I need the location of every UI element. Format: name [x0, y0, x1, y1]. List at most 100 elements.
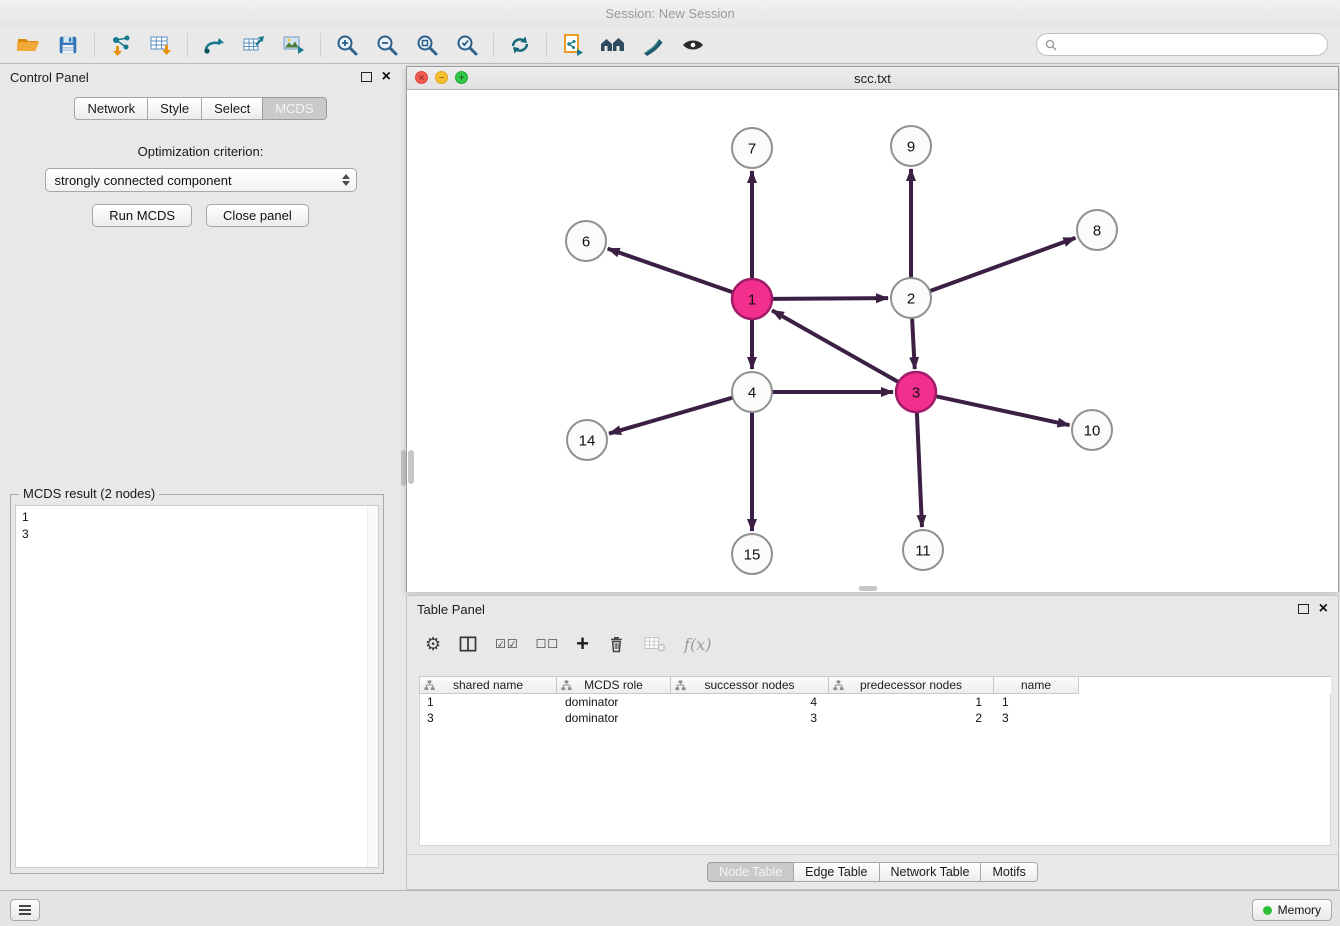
optimization-criterion-select[interactable]: strongly connected component	[45, 168, 357, 192]
apply-style-button[interactable]	[633, 29, 673, 61]
search-input[interactable]	[1062, 35, 1327, 54]
zoom-in-button[interactable]	[327, 29, 367, 61]
column-header-predecessor-nodes[interactable]: predecessor nodes	[829, 676, 994, 694]
column-header-successor-nodes[interactable]: successor nodes	[671, 676, 829, 694]
trash-icon	[606, 633, 626, 655]
window-close-button[interactable]: ×	[415, 71, 428, 84]
cell-successor-nodes[interactable]: 4	[672, 695, 830, 709]
graph-node-7[interactable]: 7	[732, 128, 772, 168]
run-mcds-button[interactable]: Run MCDS	[92, 204, 192, 227]
float-panel-icon[interactable]	[1298, 604, 1309, 614]
graph-node-2[interactable]: 2	[891, 278, 931, 318]
table-row[interactable]: 3 dominator 3 2 3	[420, 710, 1330, 726]
export-network-button[interactable]	[194, 29, 234, 61]
network-graph[interactable]: 7 9 6 8 1 2 4 3 14 10 15 11	[407, 90, 1338, 592]
graph-node-1[interactable]: 1	[732, 279, 772, 319]
close-panel-button[interactable]: Close panel	[206, 204, 309, 227]
graph-edge-2-8[interactable]	[930, 238, 1076, 291]
canvas-vertical-scrollbar[interactable]	[408, 450, 414, 484]
tab-select[interactable]: Select	[201, 97, 263, 120]
tab-network[interactable]: Network	[74, 97, 148, 120]
tab-style[interactable]: Style	[147, 97, 202, 120]
graph-node-11[interactable]: 11	[903, 530, 943, 570]
memory-button[interactable]: Memory	[1252, 899, 1332, 921]
delete-table-button[interactable]	[643, 634, 667, 654]
graph-node-15[interactable]: 15	[732, 534, 772, 574]
column-label: successor nodes	[704, 678, 794, 692]
graph-edge-1-2[interactable]	[772, 298, 888, 299]
graph-edge-2-3[interactable]	[912, 318, 915, 369]
network-canvas[interactable]: 7 9 6 8 1 2 4 3 14 10 15 11	[407, 90, 1338, 592]
graph-node-3[interactable]: 3	[896, 372, 936, 412]
zoom-fit-button[interactable]	[407, 29, 447, 61]
cell-shared-name[interactable]: 1	[420, 695, 558, 709]
table-row[interactable]: 1 dominator 4 1 1	[420, 694, 1330, 710]
column-header-mcds-role[interactable]: MCDS role	[557, 676, 671, 694]
table-body[interactable]: 1 dominator 4 1 1 3 dominator 3 2 3	[419, 694, 1331, 846]
tab-edge-table[interactable]: Edge Table	[793, 862, 879, 882]
graph-edge-4-14[interactable]	[609, 398, 733, 434]
refresh-layout-button[interactable]	[500, 29, 540, 61]
select-all-button[interactable]: ☑☑	[495, 637, 519, 651]
canvas-horizontal-scrollbar[interactable]	[859, 586, 877, 591]
mcds-result-list[interactable]: 1 3	[15, 505, 379, 868]
table-settings-button[interactable]: ⚙	[425, 634, 441, 655]
show-panels-button[interactable]	[10, 899, 40, 921]
show-columns-button[interactable]	[458, 634, 478, 654]
tab-motifs[interactable]: Motifs	[980, 862, 1037, 882]
zoom-out-button[interactable]	[367, 29, 407, 61]
graph-node-4[interactable]: 4	[732, 372, 772, 412]
import-network-button[interactable]	[101, 29, 141, 61]
cell-successor-nodes[interactable]: 3	[672, 711, 830, 725]
function-builder-button[interactable]: f(x)	[684, 635, 711, 654]
add-column-button[interactable]: +	[576, 634, 589, 654]
cell-predecessor-nodes[interactable]: 1	[830, 695, 995, 709]
home-icon	[599, 32, 627, 58]
svg-text:9: 9	[907, 139, 915, 156]
export-table-button[interactable]	[234, 29, 274, 61]
graph-node-9[interactable]: 9	[891, 126, 931, 166]
search-box[interactable]	[1036, 33, 1328, 56]
graph-edge-3-1[interactable]	[772, 310, 899, 382]
delete-column-button[interactable]	[606, 633, 626, 655]
home-button[interactable]	[593, 29, 633, 61]
zoom-in-icon	[334, 32, 360, 58]
cell-mcds-role[interactable]: dominator	[558, 711, 672, 725]
cell-predecessor-nodes[interactable]: 2	[830, 711, 995, 725]
graph-edge-3-10[interactable]	[936, 396, 1070, 425]
graph-node-6[interactable]: 6	[566, 221, 606, 261]
export-image-button[interactable]	[274, 29, 314, 61]
tab-network-table[interactable]: Network Table	[879, 862, 982, 882]
column-header-shared-name[interactable]: shared name	[419, 676, 557, 694]
table-tabs-strip: Node Table Edge Table Network Table Moti…	[407, 854, 1338, 889]
tab-node-table[interactable]: Node Table	[707, 862, 794, 882]
save-session-button[interactable]	[48, 29, 88, 61]
close-panel-icon[interactable]: ×	[382, 70, 391, 84]
network-file-button[interactable]	[553, 29, 593, 61]
graph-edge-3-11[interactable]	[917, 412, 922, 527]
deselect-all-button[interactable]: ☐☐	[536, 637, 560, 651]
float-panel-icon[interactable]	[361, 72, 372, 82]
import-table-button[interactable]	[141, 29, 181, 61]
window-minimize-button[interactable]: −	[435, 71, 448, 84]
cell-name[interactable]: 3	[995, 711, 1080, 725]
column-header-name[interactable]: name	[994, 676, 1079, 694]
cell-name[interactable]: 1	[995, 695, 1080, 709]
open-session-button[interactable]	[8, 29, 48, 61]
svg-text:2: 2	[907, 291, 915, 308]
cell-mcds-role[interactable]: dominator	[558, 695, 672, 709]
graph-edge-1-6[interactable]	[608, 249, 733, 293]
show-hide-button[interactable]	[673, 29, 713, 61]
graph-node-14[interactable]: 14	[567, 420, 607, 460]
tab-mcds[interactable]: MCDS	[262, 97, 326, 120]
network-window-titlebar[interactable]: × − + scc.txt	[407, 67, 1338, 90]
control-panel-tabs: Network Style Select MCDS	[0, 97, 401, 120]
optimization-criterion-label: Optimization criterion:	[0, 144, 401, 159]
result-scrollbar[interactable]	[367, 506, 378, 867]
cell-shared-name[interactable]: 3	[420, 711, 558, 725]
graph-node-8[interactable]: 8	[1077, 210, 1117, 250]
graph-node-10[interactable]: 10	[1072, 410, 1112, 450]
close-panel-icon[interactable]: ×	[1319, 602, 1328, 616]
zoom-selected-button[interactable]	[447, 29, 487, 61]
window-zoom-button[interactable]: +	[455, 71, 468, 84]
